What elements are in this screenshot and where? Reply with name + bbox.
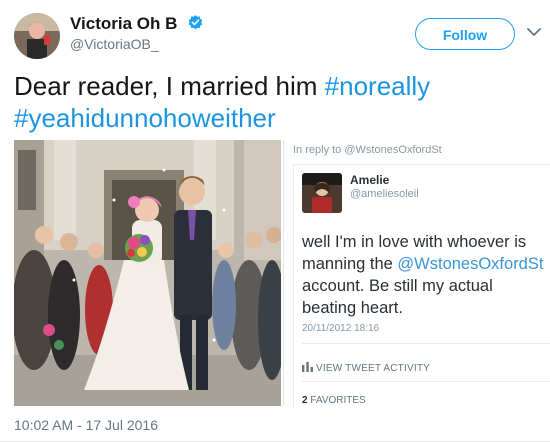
author-name-text[interactable]: Victoria Oh B [70,14,177,33]
hashtag-link[interactable]: #yeahidunnohoweither [14,103,276,133]
reply-avatar[interactable] [302,173,342,213]
chevron-down-icon[interactable] [527,24,541,42]
author-name[interactable]: Victoria Oh B [70,14,204,36]
favorites-number: 2 [302,395,308,406]
bottom-divider [0,441,550,442]
embedded-reply-pane: In reply to @WstonesOxfordSt Amelie @ame… [283,140,550,407]
view-tweet-activity-link[interactable]: VIEW TWEET ACTIVITY [302,361,430,374]
favorites-label: FAVORITES [310,395,366,406]
tweet-text-prefix: Dear reader, I married him [14,71,325,101]
hashtag-link[interactable]: #noreally [325,71,431,101]
tweet-text: Dear reader, I married him #noreally #ye… [14,70,544,134]
reply-author-handle[interactable]: @ameliesoleil [350,188,419,200]
reply-date[interactable]: 20/11/2012 18:16 [302,323,379,334]
author-avatar[interactable] [14,13,60,59]
reply-card[interactable]: Amelie @ameliesoleil well I'm in love wi… [293,164,550,407]
reply-text: well I'm in love with whoever is manning… [302,231,550,319]
tweet-timestamp[interactable]: 10:02 AM - 17 Jul 2016 [14,417,158,433]
author-handle[interactable]: @VictoriaOB_ [70,36,159,52]
bar-chart-icon [302,362,313,372]
in-reply-to-label[interactable]: In reply to @WstonesOxfordSt [293,144,442,156]
verified-badge-icon [187,14,204,36]
reply-author-name[interactable]: Amelie [350,173,389,187]
divider [302,381,550,382]
mention-link[interactable]: @WstonesOxfordSt [397,255,543,273]
favorites-count[interactable]: 2 FAVORITES [302,395,366,406]
wedding-photo[interactable] [14,140,281,406]
follow-button[interactable]: Follow [415,18,515,50]
divider [302,343,550,344]
view-tweet-activity-label[interactable]: VIEW TWEET ACTIVITY [316,363,430,374]
reply-text-part: account. Be still my actual beating hear… [302,277,493,317]
